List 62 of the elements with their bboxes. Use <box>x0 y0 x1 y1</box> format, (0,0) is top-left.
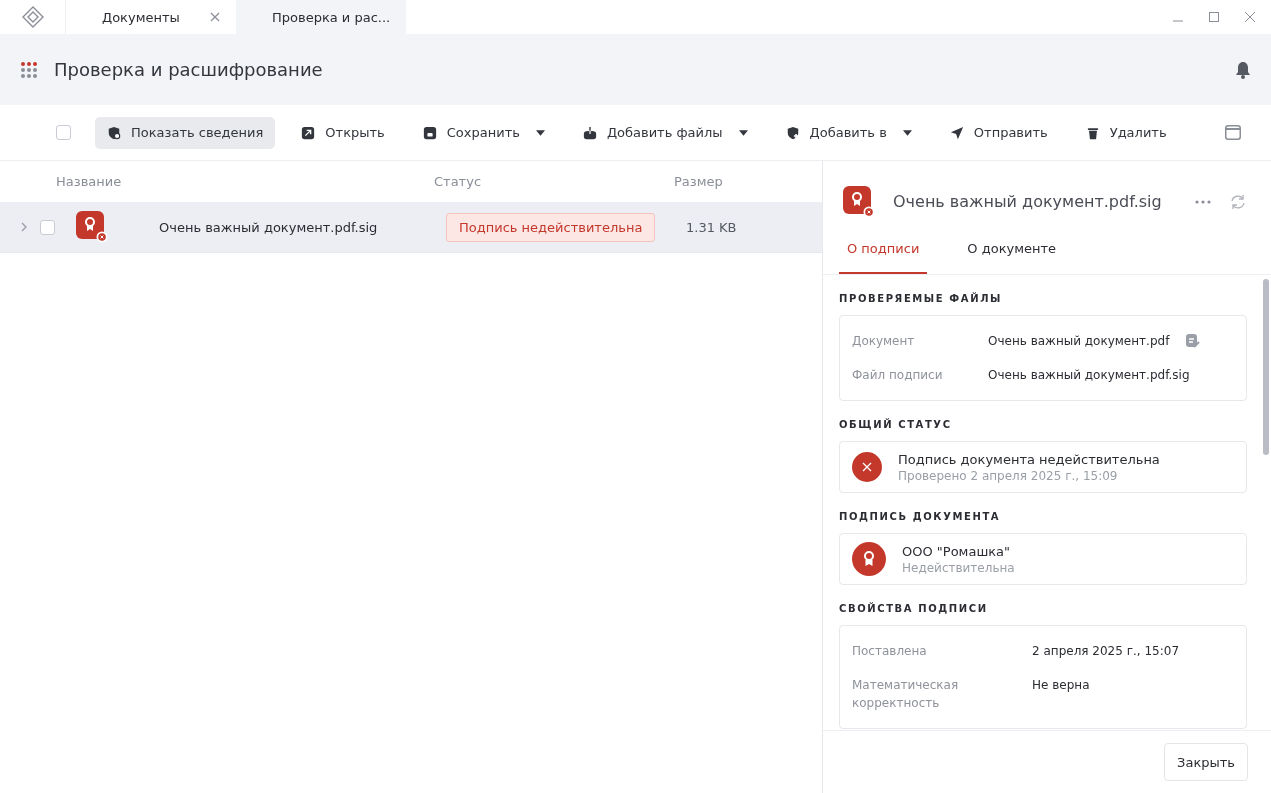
property-label: Математическая корректность <box>852 677 960 712</box>
table-row[interactable]: Очень важный документ.pdf.sig Подпись недействительна 1.31 KB <box>0 202 822 253</box>
refresh-icon[interactable] <box>1229 193 1247 210</box>
status-time: Проверено 2 апреля 2025 г., 15:09 <box>898 468 1119 483</box>
status-badge: Подпись недействительна <box>446 212 656 242</box>
toolbar-button[interactable]: Добавить файлы <box>570 116 760 149</box>
window-tab[interactable]: Проверка и рас... <box>236 0 406 34</box>
error-icon <box>852 452 882 482</box>
file-size: 1.31 KB <box>686 219 738 235</box>
logo-icon <box>21 6 44 28</box>
close-icon[interactable] <box>210 12 220 22</box>
property-label: Документ <box>852 333 916 350</box>
section-title: СВОЙСТВА ПОДПИСИ <box>839 603 989 614</box>
file-name: Очень важный документ.pdf.sig <box>159 219 379 235</box>
shield-icon <box>107 125 121 140</box>
property-label: Поставлена <box>852 643 928 660</box>
maximize-icon[interactable] <box>1209 12 1219 22</box>
scrollbar-thumb[interactable] <box>1263 279 1269 455</box>
caret-icon <box>535 129 545 136</box>
more-icon[interactable] <box>1195 199 1211 204</box>
details-tab[interactable]: О подписи <box>839 225 928 274</box>
document-edit-icon[interactable] <box>1185 333 1202 349</box>
external-link-icon <box>301 125 316 140</box>
certificate-icon <box>852 542 886 576</box>
toolbar-button[interactable]: Удалить <box>1073 116 1179 149</box>
download-icon <box>582 125 597 140</box>
apps-grid-icon[interactable] <box>20 60 38 79</box>
section-title: ОБЩИЙ СТАТУС <box>839 419 953 430</box>
property-value: Очень важный документ.pdf <box>988 333 1170 350</box>
trash-icon <box>1085 125 1100 140</box>
section-title: ПРОВЕРЯЕМЫЕ ФАЙЛЫ <box>839 293 1004 304</box>
property-value: Не верна <box>1032 677 1090 694</box>
signer-status: Недействительна <box>902 560 1015 575</box>
toolbar-button[interactable]: Сохранить <box>410 116 557 149</box>
toolbar-button[interactable]: Открыть <box>289 116 397 149</box>
shield-plus-icon <box>785 125 800 140</box>
details-tab[interactable]: О документе <box>959 225 1065 274</box>
toolbar-button[interactable]: Показать сведения <box>95 116 276 149</box>
send-icon <box>949 125 964 140</box>
close-button[interactable]: Закрыть <box>1164 743 1248 781</box>
signer-card[interactable]: ООО "Ромашка" Недействительна <box>839 533 1247 585</box>
toolbar-button[interactable]: Отправить <box>937 116 1060 149</box>
signature-file-icon <box>843 185 875 218</box>
chevron-icon[interactable] <box>20 221 28 233</box>
signature-file-icon <box>76 211 108 243</box>
section-title: ПОДПИСЬ ДОКУМЕНТА <box>839 511 1002 522</box>
row-checkbox[interactable] <box>40 219 55 235</box>
bell-icon[interactable] <box>1235 60 1251 79</box>
property-label: Файл подписи <box>852 367 944 384</box>
details-title: Очень важный документ.pdf.sig <box>893 192 1163 211</box>
property-value: 2 апреля 2025 г., 15:07 <box>1032 643 1180 660</box>
property-value: Очень важный документ.pdf.sig <box>988 367 1190 384</box>
select-all-checkbox[interactable] <box>56 125 71 140</box>
page-title: Проверка и расшифрование <box>54 59 323 80</box>
panel-layout-icon[interactable] <box>1225 125 1241 140</box>
caret-icon <box>738 129 748 136</box>
caret-icon <box>902 129 912 136</box>
status-text: Подпись документа недействительна <box>898 451 1160 467</box>
signer-name: ООО "Ромашка" <box>902 543 1012 559</box>
toolbar-button[interactable]: Добавить в <box>773 116 924 149</box>
save-icon <box>422 125 437 140</box>
close-icon[interactable] <box>1245 12 1255 22</box>
